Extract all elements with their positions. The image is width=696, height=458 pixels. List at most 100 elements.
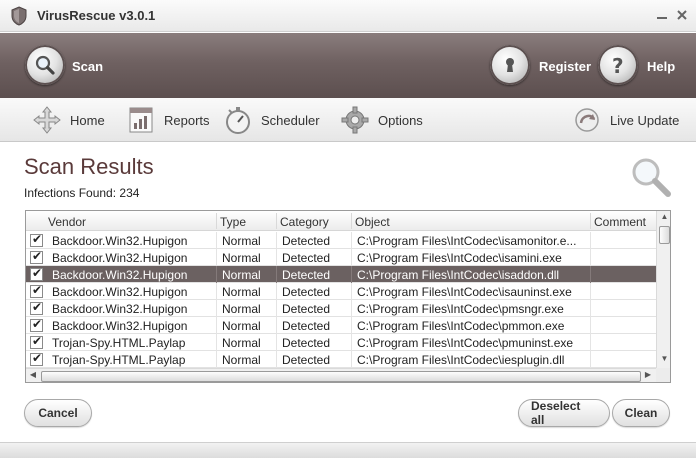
row-checkbox[interactable] [30,300,43,315]
cell-object: C:\Program Files\IntCodec\pmmon.exe [357,319,565,333]
cell-vendor: Backdoor.Win32.Hupigon [52,251,188,265]
cell-type: Normal [222,302,261,316]
cell-category: Detected [282,268,331,282]
register-button[interactable] [490,45,530,85]
cell-type: Normal [222,336,261,350]
cell-separator [216,249,217,266]
scroll-down-icon[interactable]: ▼ [659,354,670,366]
table-row[interactable]: Backdoor.Win32.Hupigon Normal Detected C:\P… [26,283,656,300]
toolbar-options[interactable]: Options [340,103,423,137]
scan-button[interactable] [25,45,65,85]
report-icon [129,107,153,133]
column-separator [590,213,591,229]
cell-separator [351,300,352,317]
cell-separator [351,317,352,334]
toolbar-reports[interactable]: Reports [126,103,210,137]
table-row[interactable]: Backdoor.Win32.Hupigon Normal Detected C:\P… [26,300,656,317]
scroll-left-icon[interactable]: ◀ [27,370,39,382]
row-checkbox[interactable] [30,249,43,264]
scan-label[interactable]: Scan [72,59,103,74]
scroll-thumb[interactable] [659,226,670,244]
horizontal-scrollbar[interactable]: ◀ ▶ [26,368,656,382]
cell-separator [590,334,591,351]
cell-separator [276,351,277,368]
cell-category: Detected [282,251,331,265]
help-label[interactable]: Help [647,59,675,74]
vertical-scrollbar[interactable]: ▲ ▼ [656,211,670,368]
column-object[interactable]: Object [355,215,390,229]
cell-separator [276,266,277,283]
help-button[interactable]: ? [598,45,638,85]
cell-separator [351,351,352,368]
update-icon [575,108,599,132]
column-vendor[interactable]: Vendor [48,215,86,229]
cell-vendor: Backdoor.Win32.Hupigon [52,302,188,316]
close-icon[interactable] [674,7,690,23]
cell-object: C:\Program Files\IntCodec\isauninst.exe [357,285,572,299]
scroll-up-icon[interactable]: ▲ [659,212,670,224]
cell-separator [216,300,217,317]
cell-category: Detected [282,285,331,299]
table-row-selected[interactable]: Backdoor.Win32.Hupigon Normal Detected C:\P… [26,266,656,283]
cell-category: Detected [282,336,331,350]
deselect-all-button[interactable]: Deselect all [518,399,610,427]
cell-separator [276,300,277,317]
table-rows: Backdoor.Win32.Hupigon Normal Detected C:\P… [26,232,656,368]
cell-object: C:\Program Files\IntCodec\iesplugin.dll [357,353,565,367]
cancel-button[interactable]: Cancel [24,399,92,427]
scheduler-label: Scheduler [261,112,320,128]
cell-separator [351,334,352,351]
row-checkbox[interactable] [30,334,43,349]
cell-type: Normal [222,353,261,367]
cell-separator [276,334,277,351]
table-row[interactable]: Backdoor.Win32.Hupigon Normal Detected C:\P… [26,317,656,334]
cell-separator [351,249,352,266]
svg-text:?: ? [612,54,624,77]
scroll-right-icon[interactable]: ▶ [642,370,654,382]
table-row[interactable]: Trojan-Spy.HTML.Paylap Normal Detected C:\P… [26,351,656,368]
row-checkbox[interactable] [30,232,43,247]
cell-separator [351,266,352,283]
cell-separator [590,283,591,300]
magnifier-icon [632,158,671,197]
cell-object: C:\Program Files\IntCodec\pmuninst.exe [357,336,574,350]
toolbar-live-update[interactable]: Live Update [572,103,679,137]
cell-object: C:\Program Files\IntCodec\isamini.exe [357,251,562,265]
column-category[interactable]: Category [280,215,329,229]
cell-separator [590,351,591,368]
row-checkbox[interactable] [30,266,43,281]
results-table[interactable]: Vendor Type Category Object Comment Back… [25,210,671,383]
cell-separator [590,266,591,283]
table-row[interactable]: Backdoor.Win32.Hupigon Normal Detected C:\P… [26,232,656,249]
scroll-thumb[interactable] [41,371,641,382]
column-type[interactable]: Type [220,215,246,229]
cell-separator [351,283,352,300]
row-checkbox[interactable] [30,317,43,332]
toolbar-home[interactable]: Home [32,103,105,137]
table-row[interactable]: Trojan-Spy.HTML.Paylap Normal Detected C:\P… [26,334,656,351]
cell-vendor: Backdoor.Win32.Hupigon [52,319,188,333]
cell-vendor: Trojan-Spy.HTML.Paylap [52,336,186,350]
cell-object: C:\Program Files\IntCodec\isaddon.dll [357,268,560,282]
register-label[interactable]: Register [539,59,591,74]
row-checkbox[interactable] [30,351,43,366]
clean-button[interactable]: Clean [612,399,670,427]
column-comment[interactable]: Comment [594,215,646,229]
cell-separator [590,232,591,249]
column-separator [276,213,277,229]
minimize-icon[interactable] [654,7,670,23]
table-row[interactable]: Backdoor.Win32.Hupigon Normal Detected C:\P… [26,249,656,266]
row-checkbox[interactable] [30,283,43,298]
toolbar-scheduler[interactable]: Scheduler [223,103,320,137]
reports-label: Reports [164,112,210,128]
cell-separator [216,232,217,249]
cell-separator [216,351,217,368]
cell-separator [216,283,217,300]
cell-type: Normal [222,319,261,333]
cell-vendor: Backdoor.Win32.Hupigon [52,234,188,248]
cell-separator [216,317,217,334]
stopwatch-icon [226,107,250,134]
cell-object: C:\Program Files\IntCodec\pmsngr.exe [357,302,564,316]
cell-separator [351,232,352,249]
home-label: Home [70,112,105,128]
